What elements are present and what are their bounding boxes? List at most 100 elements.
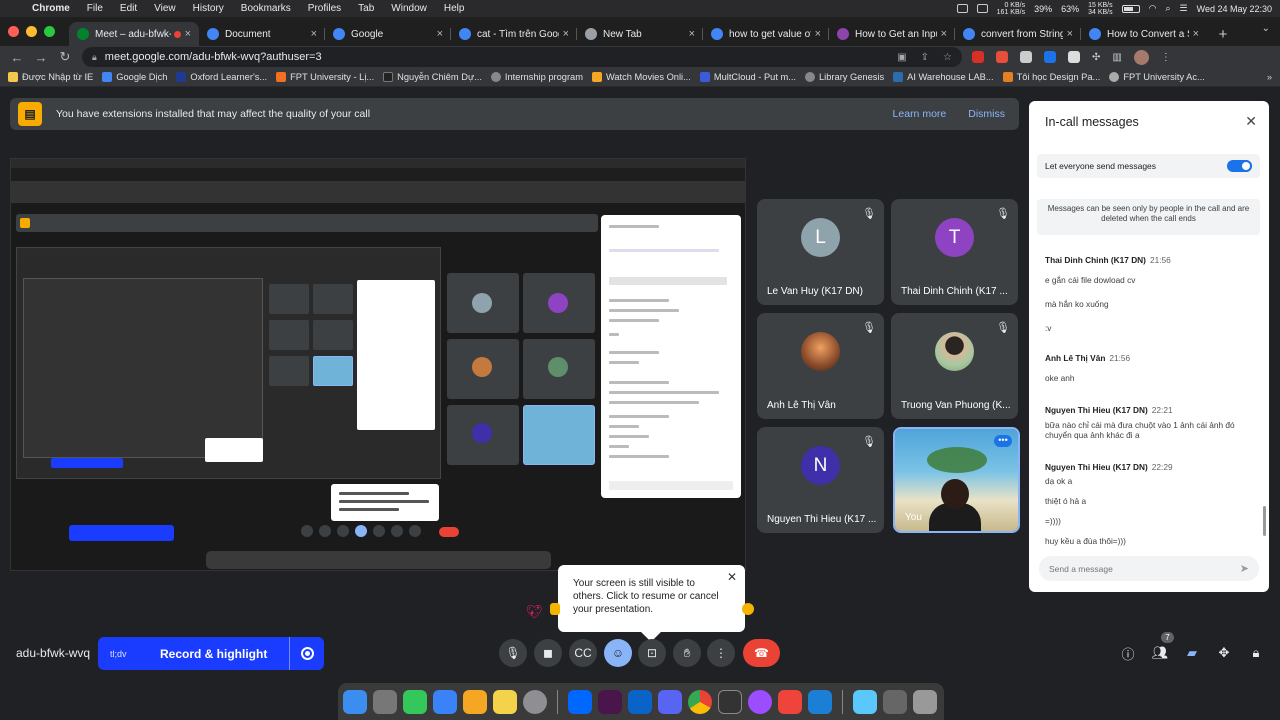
battery-icon[interactable] [1121, 4, 1140, 13]
presentation-paused-popup[interactable]: Your screen is still visible to others. … [558, 565, 745, 642]
participant-tile[interactable]: 🎙︎ Anh Lê Thị Vân [757, 313, 884, 419]
tab-meet[interactable]: Meet – adu-bfwk- × [69, 22, 199, 46]
bookmark-star-icon[interactable]: ☆ [943, 52, 952, 63]
zalo-icon[interactable] [568, 689, 592, 714]
participant-tile[interactable]: 🎙︎ N Nguyen Thi Hieu (K17 ... [757, 427, 884, 533]
finder-icon[interactable] [343, 689, 367, 714]
puzzle-extensions-icon[interactable]: ✣ [1092, 52, 1100, 63]
learn-more-link[interactable]: Learn more [893, 108, 947, 120]
share-icon[interactable]: ⇪ [921, 52, 929, 63]
clock[interactable]: Wed 24 May 22:30 [1197, 4, 1272, 14]
bookmark-item[interactable]: Oxford Learner's... [176, 72, 267, 82]
minimize-window-button[interactable] [26, 26, 37, 37]
bookmark-item[interactable]: FPT University Ac... [1109, 72, 1205, 82]
participant-tile[interactable]: 🎙︎ Truong Van Phuong (K... [891, 313, 1018, 419]
close-window-button[interactable] [8, 26, 19, 37]
emoji-reaction-button[interactable]: ☺ [604, 639, 632, 667]
close-tab-icon[interactable]: × [815, 28, 821, 40]
microphone-button[interactable]: 🎙︎ [499, 639, 527, 667]
allow-messages-toggle[interactable] [1227, 160, 1252, 172]
bookmark-item[interactable]: Internship program [490, 72, 583, 82]
tab-convert-string[interactable]: convert from String to × [955, 22, 1081, 46]
extension-icon[interactable] [1044, 51, 1056, 63]
anydesk-icon[interactable] [778, 689, 802, 714]
vscode-icon[interactable] [808, 689, 832, 714]
adblock-extension-icon[interactable] [972, 51, 984, 63]
more-bookmarks-icon[interactable]: » [1267, 72, 1272, 82]
send-message-input[interactable] [1049, 563, 1240, 574]
more-options-icon[interactable]: ••• [994, 435, 1012, 447]
meeting-code[interactable]: adu-bfwk-wvq [16, 646, 90, 660]
bookmark-item[interactable]: Tôi học Design Pa... [1002, 72, 1100, 82]
photos-icon[interactable] [463, 689, 487, 714]
menu-bookmarks[interactable]: Bookmarks [241, 3, 291, 14]
participant-tile[interactable]: 🎙︎ L Le Van Huy (K17 DN) [757, 199, 884, 305]
launchpad-icon[interactable] [373, 689, 397, 714]
bookmark-item[interactable]: Google Dịch [102, 72, 167, 82]
notes-icon[interactable] [493, 689, 517, 714]
bookmark-item[interactable]: Watch Movies Onli... [591, 72, 691, 82]
bookmark-item[interactable]: Được Nhập từ IE [8, 72, 93, 82]
trash-icon[interactable] [913, 689, 937, 714]
close-tab-icon[interactable]: × [1067, 28, 1073, 40]
settings-icon[interactable] [523, 689, 547, 714]
menu-chrome[interactable]: Chrome [32, 3, 70, 14]
lock-icon[interactable]: 🔒︎ [92, 52, 97, 63]
control-center-icon[interactable]: ☰ [1180, 3, 1188, 14]
self-video-tile[interactable]: ••• You [893, 427, 1020, 533]
messages-icon[interactable] [403, 689, 427, 714]
chat-icon[interactable]: ▰ [1183, 644, 1201, 662]
preview-icon[interactable] [883, 689, 907, 714]
sidebar-icon[interactable]: ▥ [1112, 52, 1121, 63]
bookmark-item[interactable]: FPT University - Lị... [276, 72, 374, 82]
menu-file[interactable]: File [87, 3, 103, 14]
profile-avatar[interactable] [1133, 49, 1149, 65]
menu-tab[interactable]: Tab [358, 3, 374, 14]
extension-icon[interactable] [1068, 51, 1080, 63]
menu-history[interactable]: History [193, 3, 224, 14]
reload-icon[interactable]: ↻ [58, 49, 72, 65]
meeting-info-icon[interactable]: ⓘ [1119, 644, 1137, 662]
chat-scrollbar[interactable] [1263, 506, 1266, 536]
menu-help[interactable]: Help [444, 3, 465, 14]
tab-how-to-get-value[interactable]: how to get value of in × [703, 22, 829, 46]
people-icon[interactable]: 👥︎ [1151, 644, 1169, 662]
close-tab-icon[interactable]: × [941, 28, 947, 40]
back-icon[interactable]: ← [10, 50, 24, 65]
tab-cat-search[interactable]: cat - Tìm trên Google × [451, 22, 577, 46]
record-icon[interactable] [290, 647, 324, 660]
dismiss-button[interactable]: Dismiss [968, 108, 1005, 120]
participant-tile[interactable]: 🎙︎ T Thai Dinh Chinh (K17 ... [891, 199, 1018, 305]
presentation-preview[interactable] [10, 158, 746, 571]
forward-icon[interactable]: → [34, 50, 48, 65]
tab-get-input[interactable]: How to Get an Input's × [829, 22, 955, 46]
close-tab-icon[interactable]: × [563, 28, 569, 40]
extension-icon[interactable] [996, 51, 1008, 63]
status-icon[interactable] [956, 4, 968, 13]
send-icon[interactable]: ➤ [1240, 562, 1249, 575]
extension-icon[interactable] [1020, 51, 1032, 63]
tab-new-tab[interactable]: New Tab × [577, 22, 703, 46]
bookmark-item[interactable]: MultCloud - Put m... [699, 72, 796, 82]
camera-in-use-icon[interactable]: ▣ [897, 52, 906, 63]
tab-document[interactable]: Document × [199, 22, 325, 46]
folder-icon[interactable] [853, 689, 877, 714]
bookmark-item[interactable]: Nguyễn Chiêm Dự... [383, 72, 482, 82]
zoom-window-button[interactable] [44, 26, 55, 37]
close-popup-icon[interactable]: ✕ [727, 571, 737, 584]
tab-google[interactable]: Google × [325, 22, 451, 46]
mail-icon[interactable] [433, 689, 457, 714]
more-options-button[interactable]: ⋮ [707, 639, 735, 667]
activities-icon[interactable]: ✥ [1215, 644, 1233, 662]
messenger-icon[interactable] [748, 689, 772, 714]
status-icon[interactable] [976, 4, 988, 13]
slack-icon[interactable] [598, 689, 622, 714]
menu-edit[interactable]: Edit [120, 3, 137, 14]
close-tab-icon[interactable]: × [437, 28, 443, 40]
present-screen-button[interactable]: ⊡ [638, 639, 666, 667]
chrome-menu-icon[interactable]: ⋮ [1161, 52, 1171, 63]
captions-button[interactable]: CC [569, 639, 597, 667]
discord-icon[interactable] [658, 689, 682, 714]
menu-window[interactable]: Window [391, 3, 427, 14]
menu-profiles[interactable]: Profiles [308, 3, 341, 14]
